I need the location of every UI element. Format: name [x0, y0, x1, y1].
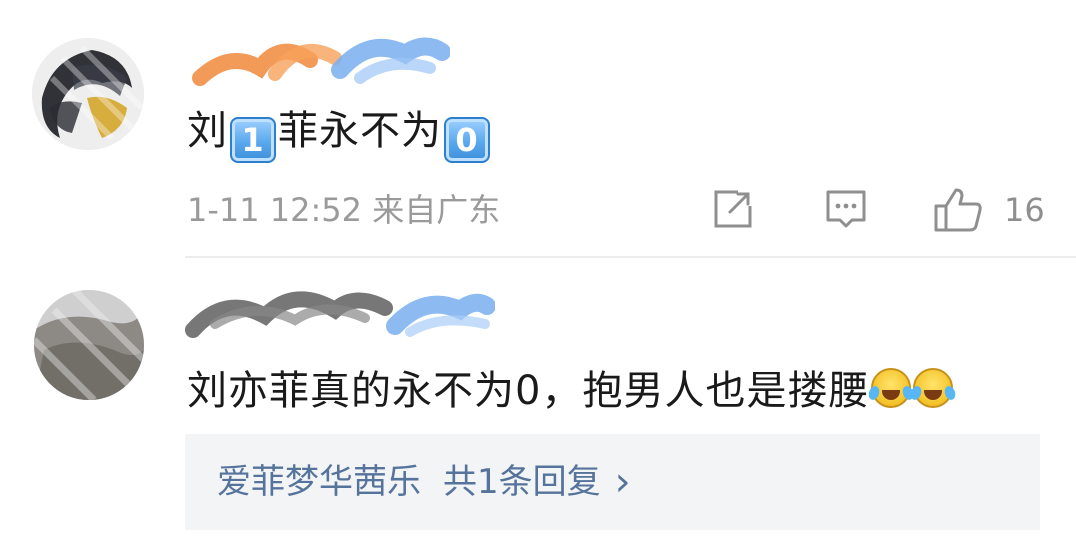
comment-icon — [826, 190, 866, 228]
comment-text-part: 刘亦菲真的永不为0，抱男人也是搂腰 — [187, 368, 870, 414]
laughing-crying-emoji — [871, 368, 912, 408]
comment-text: 刘亦菲真的永不为0，抱男人也是搂腰 — [187, 366, 954, 416]
comment-text-part: 菲永不为 — [278, 108, 442, 154]
username-redacted[interactable] — [185, 280, 496, 340]
comment-item: 刘 1 菲永不为 0 1-11 12:52 来自广东 16 — [0, 0, 1076, 258]
comment-item: 刘亦菲真的永不为0，抱男人也是搂腰 爱菲梦华茜乐 共1条回复 › — [0, 258, 1076, 536]
chevron-right-icon: › — [614, 459, 631, 505]
avatar[interactable] — [34, 290, 144, 400]
timestamp: 1-11 12:52 — [187, 191, 363, 229]
username-redacted[interactable] — [190, 30, 451, 90]
reply-author: 爱菲梦华茜乐 — [217, 462, 421, 502]
avatar-image — [34, 290, 144, 400]
location: 来自广东 — [372, 191, 501, 229]
keycap-digit-one-emoji: 1 — [230, 117, 276, 163]
redaction-scribble — [192, 37, 451, 86]
reply-count: 共1条回复 — [443, 462, 601, 502]
comment-meta: 1-11 12:52 来自广东 — [187, 190, 500, 230]
comment-text-part: 刘 — [187, 108, 228, 154]
keycap-digit-zero-emoji: 0 — [444, 117, 490, 163]
thumbs-up-icon — [934, 188, 982, 232]
avatar-image — [32, 38, 144, 150]
comment-text: 刘 1 菲永不为 0 — [187, 106, 492, 163]
share-button[interactable] — [708, 186, 756, 234]
reply-button[interactable] — [822, 186, 870, 234]
share-icon — [714, 190, 752, 228]
redaction-scribble — [185, 291, 496, 338]
like-count: 16 — [1004, 191, 1045, 229]
reply-preview[interactable]: 爱菲梦华茜乐 共1条回复 › — [185, 434, 1040, 530]
like-button[interactable]: 16 — [932, 186, 1045, 234]
view-replies-link[interactable]: 爱菲梦华茜乐 共1条回复 › — [217, 460, 631, 504]
laughing-crying-emoji — [913, 368, 954, 408]
avatar[interactable] — [32, 38, 144, 150]
